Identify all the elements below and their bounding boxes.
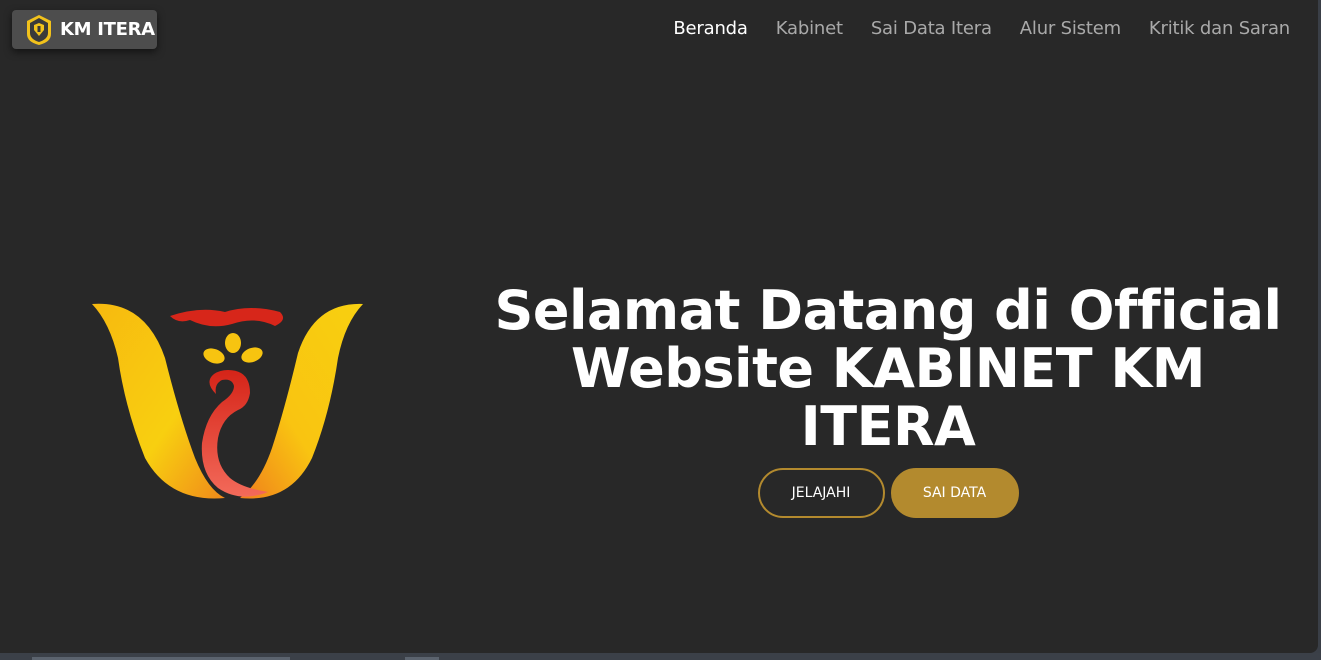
hero-title-line-1: Selamat Datang di Official [494, 279, 1282, 342]
nav-beranda[interactable]: Beranda [673, 18, 748, 39]
brand-link[interactable]: KM ITERA [12, 10, 157, 49]
page: KM ITERA Beranda Kabinet Sai Data Itera … [0, 0, 1318, 653]
main-nav: Beranda Kabinet Sai Data Itera Alur Sist… [673, 18, 1290, 39]
kabinet-logo-icon [92, 303, 363, 499]
nav-alur-sistem[interactable]: Alur Sistem [1020, 18, 1121, 39]
hero-title: Selamat Datang di Official Website KABIN… [480, 282, 1296, 456]
jelajahi-button[interactable]: JELAJAHI [757, 468, 885, 518]
hero-section: Selamat Datang di Official Website KABIN… [480, 282, 1296, 518]
hero-title-line-3: ITERA [800, 395, 976, 458]
nav-sai-data-itera[interactable]: Sai Data Itera [871, 18, 992, 39]
nav-kabinet[interactable]: Kabinet [776, 18, 843, 39]
nav-kritik-dan-saran[interactable]: Kritik dan Saran [1149, 18, 1290, 39]
hero-title-line-2: Website KABINET KM [571, 337, 1206, 400]
window-bottom-edge [0, 653, 1321, 660]
km-itera-logo-icon [27, 14, 51, 45]
sai-data-button[interactable]: SAI DATA [890, 468, 1019, 518]
hero-actions: JELAJAHI SAI DATA [480, 468, 1296, 518]
brand-name: KM ITERA [60, 19, 155, 40]
